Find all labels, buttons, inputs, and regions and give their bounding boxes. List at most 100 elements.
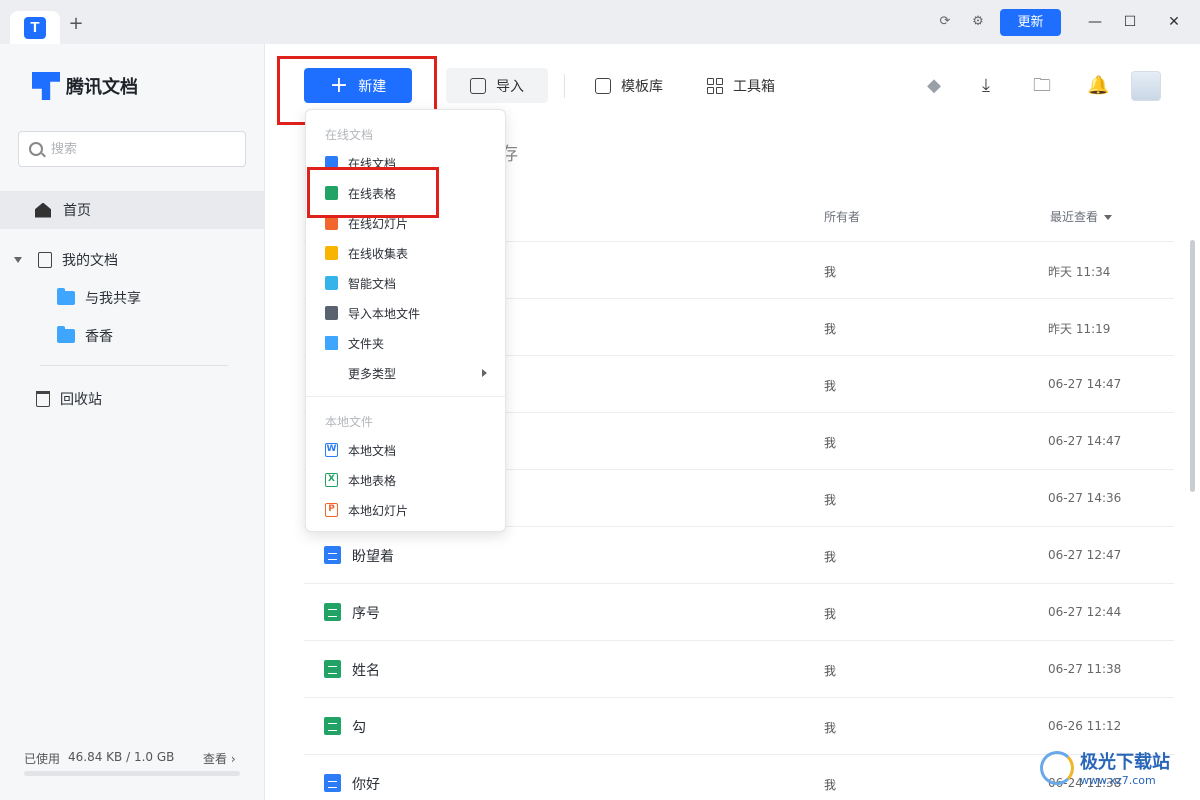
menu-item-label: 本地文档 xyxy=(348,443,397,458)
table-row[interactable]: 勾 我 06-26 11:12 xyxy=(304,697,1174,754)
sync-icon[interactable]: ⟳ xyxy=(936,13,954,31)
sidebar-item-shared[interactable]: 与我共享 xyxy=(57,288,141,308)
smart-doc-icon xyxy=(325,276,338,290)
file-owner: 我 xyxy=(824,721,837,735)
online-slide-icon xyxy=(325,216,338,230)
import-icon xyxy=(470,77,486,94)
file-owner: 我 xyxy=(824,778,837,792)
storage-progress-bar xyxy=(24,771,240,776)
menu-item[interactable]: 导入本地文件 xyxy=(306,298,505,328)
tencent-docs-logo-icon: T xyxy=(24,16,46,39)
toolbar-divider xyxy=(564,74,565,98)
folder-icon xyxy=(57,326,75,343)
file-owner: 我 xyxy=(824,664,837,678)
file-time: 昨天 11:19 xyxy=(1048,322,1111,336)
storage-value: 46.84 KB / 1.0 GB xyxy=(68,750,175,764)
storage-view-link[interactable]: 查看 › xyxy=(203,750,236,767)
import-button[interactable]: 导入 xyxy=(446,68,548,103)
sheet-icon xyxy=(324,603,341,621)
table-row[interactable]: 姓名 我 06-27 11:38 xyxy=(304,640,1174,697)
sidebar-item-label: 与我共享 xyxy=(85,291,141,307)
menu-item-label: 文件夹 xyxy=(348,336,385,351)
excel-icon: X xyxy=(325,473,338,487)
file-time: 06-27 12:47 xyxy=(1048,548,1122,562)
storage-label: 已使用 xyxy=(24,752,61,766)
grid-tools-icon xyxy=(707,77,723,94)
submenu-arrow-icon xyxy=(482,369,487,377)
watermark-logo-icon xyxy=(1040,750,1074,785)
templates-label: 模板库 xyxy=(621,78,663,95)
column-owner: 所有者 xyxy=(824,210,861,224)
sort-caret-icon xyxy=(1104,215,1113,220)
doc-icon xyxy=(324,774,341,792)
expand-caret-icon[interactable] xyxy=(14,257,22,263)
avatar[interactable] xyxy=(1131,71,1161,101)
sidebar-item-label: 首页 xyxy=(63,203,91,219)
file-time: 06-26 11:12 xyxy=(1048,719,1122,733)
minimize-icon[interactable]: — xyxy=(1082,9,1108,35)
sidebar-item-home[interactable]: 首页 xyxy=(0,191,264,229)
menu-item[interactable]: 文件夹 xyxy=(306,328,505,358)
update-button[interactable]: 更新 xyxy=(1000,9,1061,36)
home-icon xyxy=(35,202,51,218)
file-name: 勾 xyxy=(352,720,366,736)
sidebar-item-trash[interactable]: 回收站 xyxy=(36,389,102,409)
maximize-icon[interactable]: ☐ xyxy=(1117,9,1143,35)
file-owner: 我 xyxy=(824,436,837,450)
diamond-vip-icon[interactable]: ◆ xyxy=(923,75,945,97)
menu-item-label: 本地表格 xyxy=(348,473,397,488)
menu-item-label: 智能文档 xyxy=(348,276,397,291)
menu-item[interactable]: W 本地文档 xyxy=(306,435,505,465)
file-time: 06-27 14:47 xyxy=(1048,434,1122,448)
menu-item[interactable]: X 本地表格 xyxy=(306,465,505,495)
menu-item-label: 在线收集表 xyxy=(348,246,409,261)
sidebar-item-label: 我的文档 xyxy=(62,253,118,269)
folder-icon xyxy=(325,336,338,350)
sheet-icon xyxy=(324,717,341,735)
menu-item[interactable]: 智能文档 xyxy=(306,268,505,298)
file-owner: 我 xyxy=(824,550,837,564)
import-file-icon xyxy=(325,306,338,320)
notification-bell-icon[interactable]: 🔔 xyxy=(1087,75,1109,97)
sidebar-item-label: 香香 xyxy=(85,329,113,345)
menu-item[interactable]: P 本地幻灯片 xyxy=(306,495,505,525)
file-owner: 我 xyxy=(824,322,837,336)
document-icon xyxy=(38,252,52,268)
app-tab[interactable]: T xyxy=(10,11,60,44)
sidebar-item-my-docs[interactable]: 我的文档 xyxy=(14,250,118,270)
file-time: 06-27 11:38 xyxy=(1048,662,1122,676)
import-button-label: 导入 xyxy=(496,78,524,95)
storage-info: 已使用 46.84 KB / 1.0 GB xyxy=(24,750,174,767)
open-folder-icon[interactable]: 🗀 xyxy=(1031,75,1053,97)
column-recent[interactable]: 最近查看 xyxy=(1050,208,1113,225)
file-name: 姓名 xyxy=(352,663,380,679)
doc-icon xyxy=(324,546,341,564)
close-icon[interactable]: ✕ xyxy=(1161,9,1187,35)
brand-name: 腾讯文档 xyxy=(66,77,138,98)
download-icon[interactable]: ⤓ xyxy=(975,75,997,97)
sidebar: 腾讯文档 首页 我的文档 与我共享 香香 回收站 已使用 46.84 KB / … xyxy=(0,44,265,800)
new-tab-plus-icon[interactable]: + xyxy=(66,14,86,34)
menu-item[interactable]: 更多类型 xyxy=(306,358,505,388)
menu-item-label: 更多类型 xyxy=(348,366,397,381)
shared-folder-icon xyxy=(57,288,75,305)
tools-button[interactable]: 工具箱 xyxy=(707,68,775,103)
file-owner: 我 xyxy=(824,493,837,507)
search-box[interactable] xyxy=(18,131,246,167)
highlight-box-online-sheet xyxy=(307,167,439,218)
templates-button[interactable]: 模板库 xyxy=(595,68,663,103)
file-owner: 我 xyxy=(824,379,837,393)
menu-section-local: 本地文件 xyxy=(325,415,374,429)
sidebar-item-folder[interactable]: 香香 xyxy=(57,326,113,346)
table-row[interactable]: 序号 我 06-27 12:44 xyxy=(304,583,1174,640)
settings-gear-icon[interactable]: ⚙ xyxy=(969,13,987,31)
watermark-name: 极光下载站 xyxy=(1080,752,1170,773)
sheet-icon xyxy=(324,660,341,678)
table-row[interactable]: 盼望着 我 06-27 12:47 xyxy=(304,526,1174,583)
scrollbar[interactable] xyxy=(1190,240,1195,492)
more-icon xyxy=(325,366,338,380)
search-input[interactable] xyxy=(51,141,231,157)
online-form-icon xyxy=(325,246,338,260)
menu-item[interactable]: 在线收集表 xyxy=(306,238,505,268)
menu-divider xyxy=(306,396,505,397)
